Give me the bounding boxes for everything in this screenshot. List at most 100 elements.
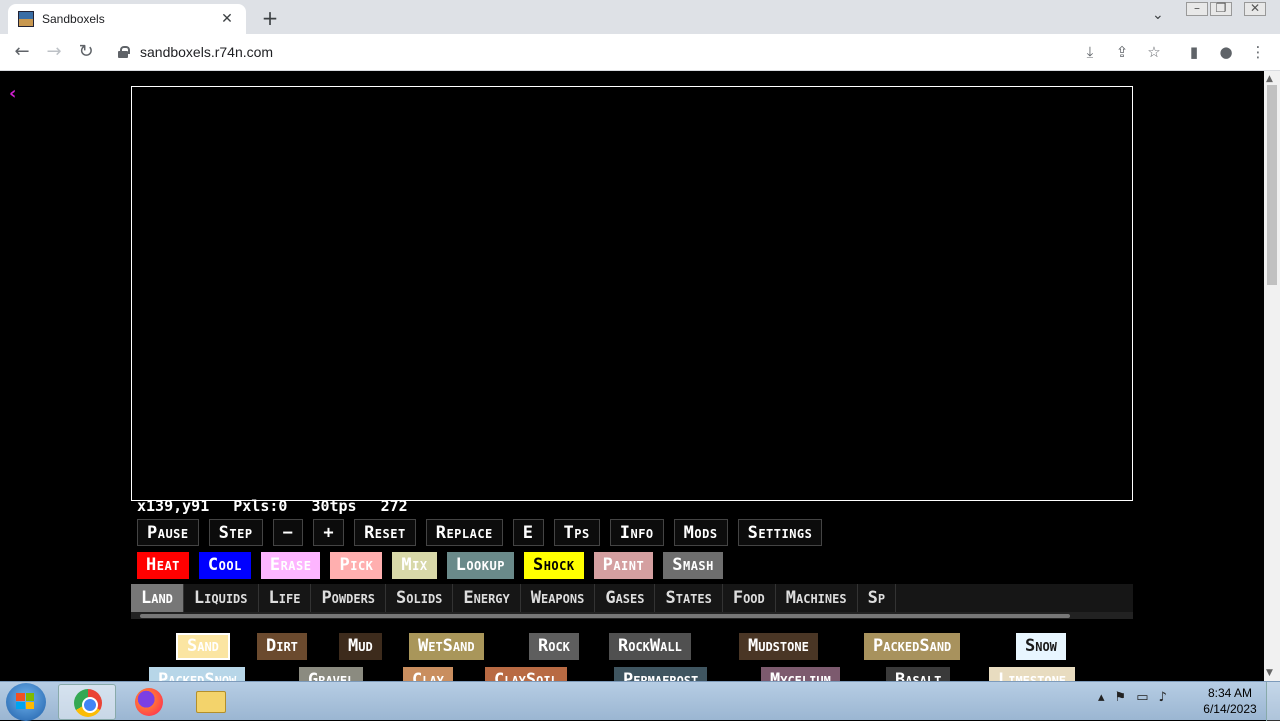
category-tab-weapons[interactable]: Weapons bbox=[521, 584, 596, 612]
element-limestone-button[interactable]: Limestone bbox=[989, 667, 1076, 681]
taskbar-clock[interactable]: 8:34 AM 6/14/2023 bbox=[1196, 685, 1264, 717]
category-tab-solids[interactable]: Solids bbox=[386, 584, 454, 612]
tool-pick-button[interactable]: Pick bbox=[330, 552, 383, 579]
zoom-out-button[interactable]: − bbox=[272, 519, 304, 546]
category-tab-land[interactable]: Land bbox=[131, 584, 184, 612]
pause-button[interactable]: Pause bbox=[137, 519, 199, 546]
category-tabs: Land Liquids Life Powders Solids Energy Weapon… bbox=[131, 584, 1133, 612]
category-tab-states[interactable]: States bbox=[655, 584, 723, 612]
category-tab-food[interactable]: Food bbox=[723, 584, 776, 612]
url-text[interactable]: sandboxels.r74n.com bbox=[140, 44, 273, 60]
element-mudstone-button[interactable]: Mudstone bbox=[739, 633, 818, 660]
lock-icon[interactable] bbox=[118, 46, 130, 58]
replace-button[interactable]: Replace bbox=[425, 519, 503, 546]
new-tab-button[interactable]: + bbox=[258, 6, 282, 30]
settings-button[interactable]: Settings bbox=[737, 519, 823, 546]
category-tab-sp[interactable]: Sp bbox=[858, 584, 897, 612]
side-panel-icon[interactable]: ▮ bbox=[1184, 42, 1204, 62]
tps-readout: 30tps bbox=[311, 497, 357, 515]
browser-tab[interactable]: Sandboxels ✕ bbox=[8, 4, 246, 34]
back-icon[interactable]: ← bbox=[10, 40, 34, 64]
restore-button[interactable]: ❐ bbox=[1210, 2, 1232, 16]
page-back-icon[interactable]: ‹ bbox=[9, 83, 16, 104]
reset-button[interactable]: Reset bbox=[354, 519, 416, 546]
element-packedsnow-button[interactable]: PackedSnow bbox=[149, 667, 246, 681]
firefox-icon bbox=[135, 688, 163, 716]
volume-muted-icon[interactable]: ♪ bbox=[1158, 690, 1166, 705]
forward-icon[interactable]: → bbox=[42, 40, 66, 64]
folder-icon bbox=[196, 691, 226, 713]
browser-toolbar: ← → ↻ sandboxels.r74n.com ⤓ ⇪ ☆ ▮ ● ⋮ bbox=[0, 34, 1280, 71]
scroll-down-icon[interactable]: ▼ bbox=[1266, 668, 1273, 678]
tab-title: Sandboxels bbox=[42, 12, 105, 26]
tab-strip: Sandboxels ✕ + ⌄ – ❐ ✕ bbox=[0, 0, 1280, 34]
network-icon[interactable]: ▭ bbox=[1136, 690, 1148, 705]
mods-button[interactable]: Mods bbox=[673, 519, 728, 546]
element-packedsand-button[interactable]: PackedSand bbox=[864, 633, 961, 660]
profile-icon[interactable]: ● bbox=[1216, 42, 1236, 62]
zoom-in-button[interactable]: + bbox=[313, 519, 345, 546]
tool-paint-button[interactable]: Paint bbox=[593, 552, 654, 579]
window-close-button[interactable]: ✕ bbox=[1244, 2, 1266, 16]
element-wetsand-button[interactable]: WetSand bbox=[409, 633, 484, 660]
chrome-icon bbox=[74, 689, 102, 717]
element-claysoil-button[interactable]: ClaySoil bbox=[485, 667, 567, 681]
category-tab-energy[interactable]: Energy bbox=[453, 584, 521, 612]
minimize-button[interactable]: – bbox=[1186, 2, 1208, 16]
category-tab-liquids[interactable]: Liquids bbox=[184, 584, 259, 612]
element-rock-button[interactable]: Rock bbox=[529, 633, 579, 660]
tool-heat-button[interactable]: Heat bbox=[137, 552, 189, 579]
share-icon[interactable]: ⇪ bbox=[1112, 42, 1132, 62]
game-canvas[interactable] bbox=[131, 86, 1133, 501]
element-mud-button[interactable]: Mud bbox=[339, 633, 382, 660]
sandboxels-page: ‹ x139,y91 Pxls:0 30tps 272 Pause Step − + R… bbox=[0, 71, 1264, 681]
tab-close-icon[interactable]: ✕ bbox=[218, 11, 236, 27]
element-basalt-button[interactable]: Basalt bbox=[886, 667, 951, 681]
control-buttons: Pause Step − + Reset Replace E Tps Info Mods Setti… bbox=[137, 519, 832, 546]
clock-date: 6/14/2023 bbox=[1203, 702, 1257, 716]
stats-bar: x139,y91 Pxls:0 30tps 272 bbox=[137, 497, 408, 515]
element-gravel-button[interactable]: Gravel bbox=[299, 667, 364, 681]
step-button[interactable]: Step bbox=[208, 519, 263, 546]
tool-erase-button[interactable]: Erase bbox=[260, 552, 321, 579]
tps-button[interactable]: Tps bbox=[553, 519, 600, 546]
element-mycelium-button[interactable]: Mycelium bbox=[761, 667, 840, 681]
tray-expand-icon[interactable]: ▴ bbox=[1098, 690, 1105, 705]
show-desktop-button[interactable] bbox=[1266, 682, 1280, 721]
tick-count: 272 bbox=[380, 497, 408, 515]
element-sand-button[interactable]: Sand bbox=[176, 633, 230, 660]
windows-logo-icon bbox=[16, 693, 34, 709]
tool-mix-button[interactable]: Mix bbox=[392, 552, 437, 579]
clock-time: 8:34 AM bbox=[1207, 686, 1253, 700]
info-button[interactable]: Info bbox=[609, 519, 664, 546]
category-tab-gases[interactable]: Gases bbox=[595, 584, 656, 612]
action-center-icon[interactable]: ⚑ bbox=[1115, 690, 1127, 705]
tool-shock-button[interactable]: Shock bbox=[523, 552, 584, 579]
tab-search-chevron-icon[interactable]: ⌄ bbox=[1152, 7, 1164, 23]
element-rockwall-button[interactable]: RockWall bbox=[609, 633, 691, 660]
e-button[interactable]: E bbox=[512, 519, 544, 546]
taskbar-explorer[interactable] bbox=[182, 684, 240, 720]
page-scrollbar-thumb[interactable] bbox=[1267, 85, 1277, 285]
bookmark-star-icon[interactable]: ☆ bbox=[1144, 42, 1164, 62]
scroll-up-icon[interactable]: ▲ bbox=[1266, 74, 1273, 84]
element-dirt-button[interactable]: Dirt bbox=[257, 633, 307, 660]
element-permafrost-button[interactable]: Permafrost bbox=[614, 667, 708, 681]
taskbar-chrome[interactable] bbox=[58, 684, 116, 720]
tool-smash-button[interactable]: Smash bbox=[663, 552, 723, 579]
chrome-menu-icon[interactable]: ⋮ bbox=[1248, 42, 1268, 62]
tool-cool-button[interactable]: Cool bbox=[198, 552, 251, 579]
address-bar[interactable]: sandboxels.r74n.com bbox=[108, 38, 1138, 66]
taskbar-firefox[interactable] bbox=[120, 684, 178, 720]
element-snow-button[interactable]: Snow bbox=[1016, 633, 1066, 660]
system-tray: ▴ ⚑ ▭ ♪ bbox=[1098, 690, 1167, 705]
category-scrollbar-thumb[interactable] bbox=[140, 614, 1070, 618]
tool-lookup-button[interactable]: Lookup bbox=[446, 552, 514, 579]
element-clay-button[interactable]: Clay bbox=[403, 667, 453, 681]
reload-icon[interactable]: ↻ bbox=[74, 40, 98, 64]
category-tab-life[interactable]: Life bbox=[259, 584, 312, 612]
cursor-coords: x139,y91 bbox=[137, 497, 210, 515]
install-icon[interactable]: ⤓ bbox=[1080, 42, 1100, 62]
category-tab-machines[interactable]: Machines bbox=[776, 584, 858, 612]
category-tab-powders[interactable]: Powders bbox=[311, 584, 387, 612]
